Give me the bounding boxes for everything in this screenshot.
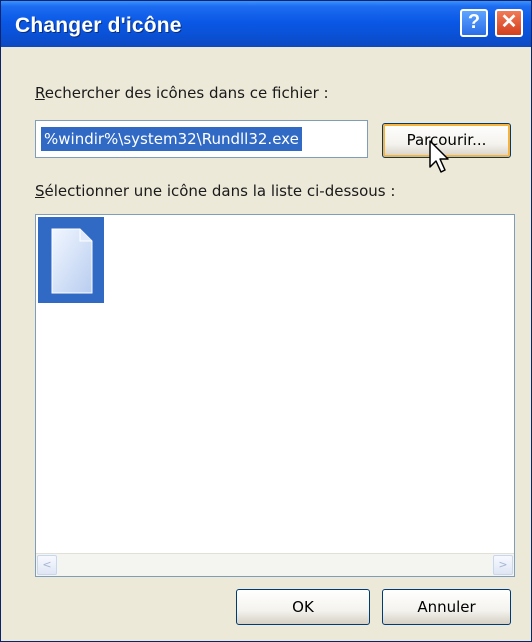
search-file-label-text: echercher des icônes dans ce fichier : (44, 84, 329, 102)
search-file-label-accel: R (35, 84, 45, 102)
icon-list-item-selected[interactable] (38, 217, 104, 303)
chevron-left-icon: < (42, 558, 52, 571)
close-icon: ✕ (500, 11, 518, 33)
close-button[interactable]: ✕ (495, 9, 523, 37)
scroll-left-button[interactable]: < (37, 555, 57, 575)
select-icon-label-text: électionner une icône dans la liste ci-d… (44, 182, 396, 200)
window-title: Changer d'icône (15, 14, 182, 37)
icon-list[interactable]: < > (35, 214, 515, 577)
file-path-value: %windir%\system32\Rundll32.exe (41, 127, 302, 151)
change-icon-dialog: Changer d'icône ? ✕ Rechercher des icône… (0, 0, 532, 642)
help-icon: ? (467, 11, 481, 33)
select-icon-label: Sélectionner une icône dans la liste ci-… (35, 182, 395, 200)
browse-button[interactable]: Parcourir... (382, 123, 511, 158)
help-button[interactable]: ? (460, 9, 488, 37)
ok-button[interactable]: OK (236, 589, 370, 625)
cancel-button[interactable]: Annuler (382, 589, 511, 625)
horizontal-scrollbar[interactable]: < > (36, 553, 514, 576)
title-bar[interactable]: Changer d'icône ? ✕ (1, 1, 531, 47)
select-icon-label-accel: S (35, 182, 45, 200)
search-file-label: Rechercher des icônes dans ce fichier : (35, 84, 329, 102)
scroll-right-button[interactable]: > (493, 555, 513, 575)
file-path-input[interactable]: %windir%\system32\Rundll32.exe (35, 120, 368, 158)
chevron-right-icon: > (498, 558, 508, 571)
blank-document-icon (51, 228, 93, 294)
